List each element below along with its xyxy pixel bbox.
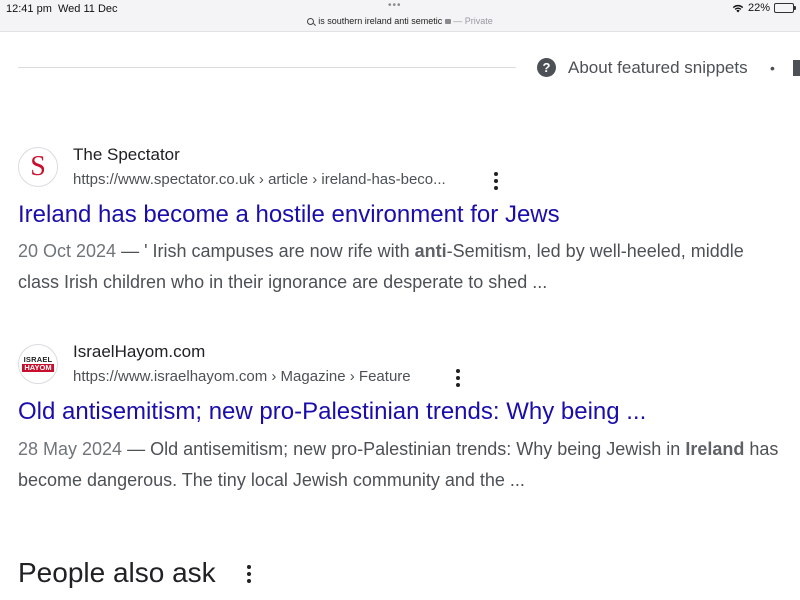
snippet-text-pre: ' Irish campuses are now rife with [144,241,415,261]
israelhayom-favicon[interactable]: ISRAEL HAYOM [18,344,58,384]
status-bar: 12:41 pm Wed 11 Dec ••• is southern irel… [0,0,800,32]
multitasking-dots[interactable]: ••• [388,0,402,11]
israelhayom-logo-line2: HAYOM [22,363,54,372]
result-date: 28 May 2024 [18,439,123,459]
result-site-name[interactable]: The Spectator [73,145,180,165]
lock-icon [445,19,452,24]
people-also-ask-options-icon[interactable] [247,565,251,583]
result-site-name[interactable]: IsraelHayom.com [73,342,205,362]
spectator-logo-text: S [30,151,46,182]
battery-percent: 22% [747,2,770,14]
divider-line [18,67,516,68]
feedback-icon[interactable] [793,60,800,76]
wifi-icon [732,4,744,13]
snippet-highlight: Ireland [685,439,745,459]
result-snippet: 28 May 2024 — Old antisemitism; new pro-… [18,434,788,496]
snippet-dash: — [116,241,145,261]
result-title-link[interactable]: Ireland has become a hostile environment… [18,201,560,229]
status-date: Wed 11 Dec [58,3,118,15]
spectator-favicon[interactable]: S [18,147,58,187]
status-indicators: 22% [732,2,796,14]
private-label: — Private [453,16,493,26]
search-icon [307,18,315,25]
people-also-ask-heading: People also ask [18,557,216,588]
status-time-date: 12:41 pm Wed 11 Dec [6,3,118,15]
more-options-icon[interactable] [494,172,498,190]
status-time: 12:41 pm [6,3,52,15]
address-text: is southern ireland anti semetic [318,16,443,26]
snippet-highlight: anti [414,241,447,261]
result-snippet: 20 Oct 2024 — ' Irish campuses are now r… [18,236,788,298]
about-featured-snippets-link[interactable]: About featured snippets [568,58,748,78]
address-bar[interactable]: is southern ireland anti semetic — Privat… [0,16,800,26]
result-date: 20 Oct 2024 [18,241,117,261]
more-options-icon[interactable] [456,369,460,387]
separator-dot: • [770,60,775,76]
help-icon[interactable]: ? [537,58,556,77]
result-url[interactable]: https://www.spectator.co.uk › article › … [73,171,446,188]
result-title-link[interactable]: Old antisemitism; new pro-Palestinian tr… [18,398,646,426]
snippet-text-pre: Old antisemitism; new pro-Palestinian tr… [150,439,686,459]
result-url[interactable]: https://www.israelhayom.com › Magazine ›… [73,368,411,385]
snippet-dash: — [122,439,151,459]
israelhayom-logo: ISRAEL HAYOM [19,345,57,383]
battery-icon [774,3,796,13]
